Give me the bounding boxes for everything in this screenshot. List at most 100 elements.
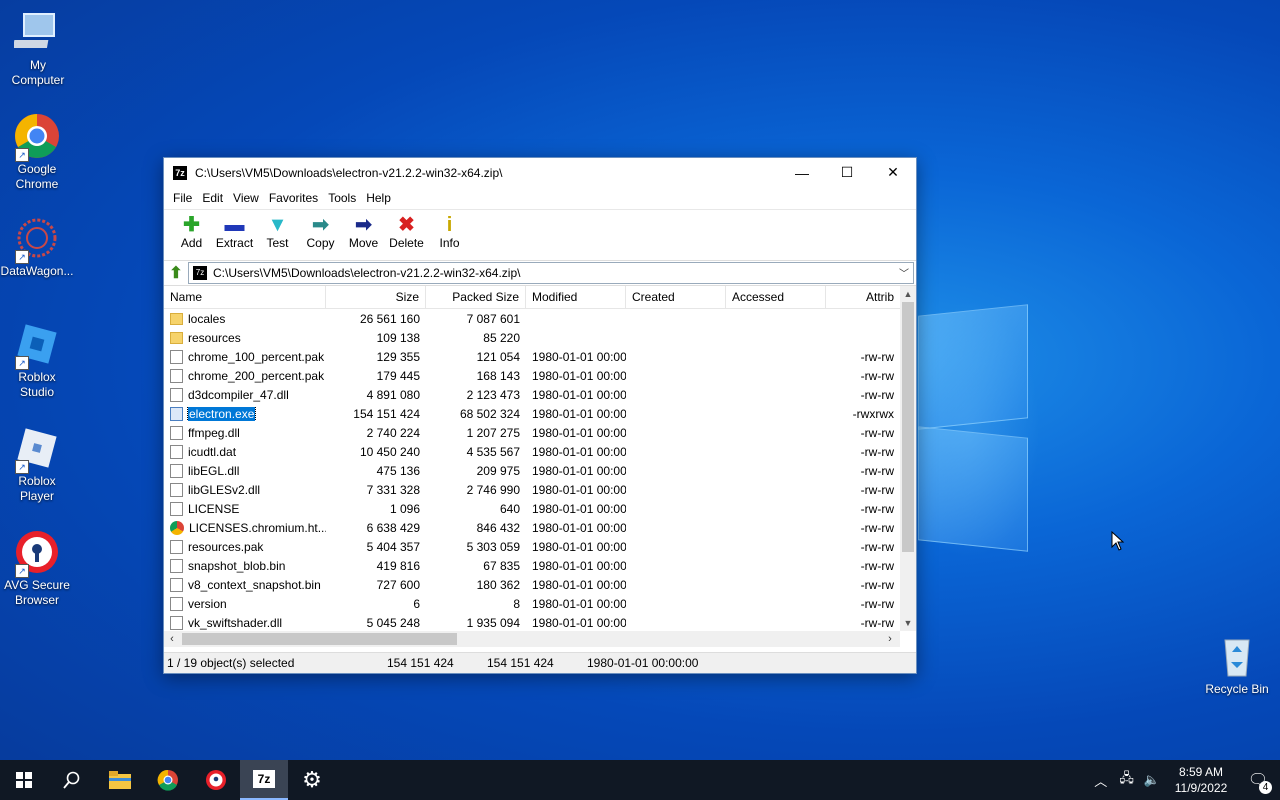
clock[interactable]: 8:59 AM 11/9/2022 xyxy=(1166,764,1236,796)
scroll-thumb[interactable] xyxy=(182,633,457,645)
search-icon xyxy=(63,771,80,789)
file-row[interactable]: snapshot_blob.bin 419 816 67 835 1980-01-01… xyxy=(164,556,900,575)
column-header-size[interactable]: Size xyxy=(326,286,426,308)
scroll-up-icon[interactable]: ▲ xyxy=(900,286,916,302)
scroll-thumb[interactable] xyxy=(902,302,914,552)
file-attrib-cell: -rw-rw xyxy=(860,349,894,364)
folder-icon xyxy=(170,331,183,344)
desktop-icon-avg-secure-browser[interactable]: ↗ AVG Secure Browser xyxy=(0,528,75,608)
column-header-modified[interactable]: Modified xyxy=(526,286,626,308)
chrome-icon xyxy=(170,520,184,535)
menu-help[interactable]: Help xyxy=(361,191,396,205)
file-name-cell: chrome_100_percent.pak xyxy=(164,349,326,364)
file-name: snapshot_blob.bin xyxy=(188,558,286,573)
desktop-icon-my-computer[interactable]: My Computer xyxy=(0,8,76,88)
minimize-button[interactable]: — xyxy=(779,158,825,187)
file-packed-cell: 209 975 xyxy=(476,463,520,478)
menu-view[interactable]: View xyxy=(228,191,264,205)
network-icon[interactable]: 🖧 xyxy=(1119,769,1134,791)
desktop-icon-roblox-player[interactable]: ↗ Roblox Player xyxy=(0,424,75,504)
file-attrib-cell: -rw-rw xyxy=(860,539,894,554)
delete-button[interactable]: ✖ Delete xyxy=(385,210,428,250)
volume-icon[interactable]: 🔈 xyxy=(1144,772,1160,788)
horizontal-scrollbar[interactable]: ‹ › xyxy=(164,631,900,647)
shortcut-arrow-icon: ↗ xyxy=(15,564,29,578)
file-name-cell: chrome_200_percent.pak xyxy=(164,368,326,383)
scroll-right-icon[interactable]: › xyxy=(882,631,898,647)
menu-favorites[interactable]: Favorites xyxy=(264,191,323,205)
scroll-left-icon[interactable]: ‹ xyxy=(164,631,180,647)
column-header-accessed[interactable]: Accessed xyxy=(726,286,826,308)
file-row[interactable]: vk_swiftshader.dll 5 045 248 1 935 094 1980… xyxy=(164,613,900,631)
file-attrib-cell: -rw-rw xyxy=(860,501,894,516)
seven-zip-window: 7z C:\Users\VM5\Downloads\electron-v21.2… xyxy=(163,157,917,674)
clock-date: 11/9/2022 xyxy=(1174,781,1228,795)
desktop-icon-datawagon[interactable]: ↗ DataWagon... xyxy=(0,214,75,279)
file-row[interactable]: icudtl.dat 10 450 240 4 535 567 1980-01-01 … xyxy=(164,442,900,461)
vertical-scrollbar[interactable]: ▲ ▼ xyxy=(900,286,916,631)
file-row[interactable]: chrome_100_percent.pak 129 355 121 054 1980… xyxy=(164,347,900,366)
file-row[interactable]: libEGL.dll 475 136 209 975 1980-01-01 00:00… xyxy=(164,461,900,480)
scroll-down-icon[interactable]: ▼ xyxy=(900,615,916,631)
title-bar[interactable]: 7z C:\Users\VM5\Downloads\electron-v21.2… xyxy=(164,158,916,187)
up-folder-button[interactable]: ⬆ xyxy=(164,262,188,284)
avg-browser-icon: ↗ xyxy=(13,528,61,578)
file-name: version xyxy=(188,596,227,611)
file-row[interactable]: ffmpeg.dll 2 740 224 1 207 275 1980-01-01 0… xyxy=(164,423,900,442)
test-button[interactable]: ▼ Test xyxy=(256,210,299,250)
file-row[interactable]: d3dcompiler_47.dll 4 891 080 2 123 473 1980… xyxy=(164,385,900,404)
file-row[interactable]: chrome_200_percent.pak 179 445 168 143 1980… xyxy=(164,366,900,385)
file-row[interactable]: libGLESv2.dll 7 331 328 2 746 990 1980-01-0… xyxy=(164,480,900,499)
move-button[interactable]: ➡ Move xyxy=(342,210,385,250)
file-row[interactable]: resources.pak 5 404 357 5 303 059 1980-01-0… xyxy=(164,537,900,556)
extract-button[interactable]: ▬ Extract xyxy=(213,210,256,250)
file-row[interactable]: resources 109 138 85 220 xyxy=(164,328,900,347)
file-name-cell: libGLESv2.dll xyxy=(164,482,326,497)
column-header-created[interactable]: Created xyxy=(626,286,726,308)
file-row[interactable]: LICENSES.chromium.ht... 6 638 429 846 432 1… xyxy=(164,518,900,537)
start-button[interactable] xyxy=(0,760,48,800)
menu-file[interactable]: File xyxy=(168,191,197,205)
file-size-cell: 475 136 xyxy=(376,463,420,478)
file-icon xyxy=(170,501,183,516)
folder-icon xyxy=(170,312,183,325)
menu-tools[interactable]: Tools xyxy=(323,191,361,205)
taskbar-settings[interactable]: ⚙ xyxy=(288,760,336,800)
column-header-name[interactable]: Name xyxy=(164,286,326,308)
notification-center-button[interactable]: 🗨 4 xyxy=(1236,760,1280,800)
taskbar-7zip[interactable]: 7z xyxy=(240,760,288,800)
file-size-cell: 4 891 080 xyxy=(366,387,420,402)
chevron-down-icon[interactable]: ﹀ xyxy=(899,265,909,280)
file-row[interactable]: LICENSE 1 096 640 1980-01-01 00:00 -rw-rw xyxy=(164,499,900,518)
file-modified-cell: 1980-01-01 00:00 xyxy=(532,577,626,592)
search-button[interactable] xyxy=(48,760,96,800)
address-field[interactable]: 7z C:\Users\VM5\Downloads\electron-v21.2… xyxy=(188,262,914,284)
toolbar-button-label: Delete xyxy=(389,236,424,250)
column-header-attrib[interactable]: Attrib xyxy=(826,286,900,308)
desktop-icon-recycle-bin[interactable]: Recycle Bin xyxy=(1199,632,1275,697)
info-button[interactable]: i Info xyxy=(428,210,471,250)
chevron-up-icon[interactable]: ︿ xyxy=(1094,771,1107,790)
file-row[interactable]: locales 26 561 160 7 087 601 xyxy=(164,309,900,328)
taskbar-file-explorer[interactable] xyxy=(96,760,144,800)
file-attrib-cell: -rw-rw xyxy=(860,387,894,402)
address-bar: ⬆ 7z C:\Users\VM5\Downloads\electron-v21… xyxy=(164,260,916,286)
desktop-icon-roblox-studio[interactable]: ↗ Roblox Studio xyxy=(0,320,75,400)
add-button[interactable]: ✚ Add xyxy=(170,210,213,250)
desktop-icon-label: Studio xyxy=(19,385,55,399)
taskbar-avg-browser[interactable] xyxy=(192,760,240,800)
file-size-cell: 129 355 xyxy=(376,349,420,364)
file-row[interactable]: electron.exe 154 151 424 68 502 324 1980-01… xyxy=(164,404,900,423)
close-button[interactable]: ✕ xyxy=(870,158,916,187)
file-packed-cell: 2 123 473 xyxy=(466,387,520,402)
maximize-button[interactable]: ☐ xyxy=(824,158,870,187)
column-header-packed-size[interactable]: Packed Size xyxy=(426,286,526,308)
chrome-icon: ↗ xyxy=(13,112,61,162)
file-row[interactable]: v8_context_snapshot.bin 727 600 180 362 198… xyxy=(164,575,900,594)
taskbar-chrome[interactable] xyxy=(144,760,192,800)
file-packed-cell: 85 220 xyxy=(483,330,520,345)
desktop-icon-google-chrome[interactable]: ↗ Google Chrome xyxy=(0,112,75,192)
file-row[interactable]: version 6 8 1980-01-01 00:00 -rw-rw xyxy=(164,594,900,613)
copy-button[interactable]: ➡ Copy xyxy=(299,210,342,250)
menu-edit[interactable]: Edit xyxy=(197,191,228,205)
